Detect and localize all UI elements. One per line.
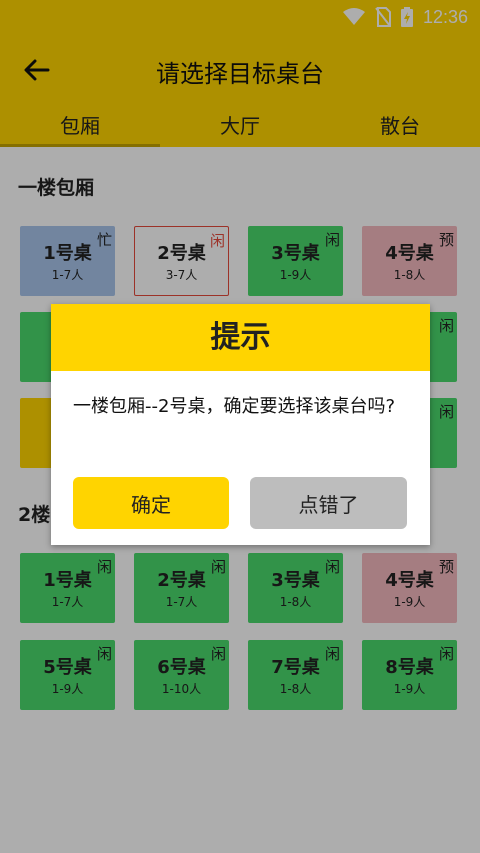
confirm-dialog: 提示 一楼包厢--2号桌，确定要选择该桌台吗? 确定 点错了 [51,304,430,545]
dialog-title: 提示 [210,320,271,355]
dialog-message: 一楼包厢--2号桌，确定要选择该桌台吗? [73,396,395,417]
dialog-header: 提示 [51,304,430,371]
cancel-button[interactable]: 点错了 [250,477,407,529]
confirm-button[interactable]: 确定 [73,477,229,529]
